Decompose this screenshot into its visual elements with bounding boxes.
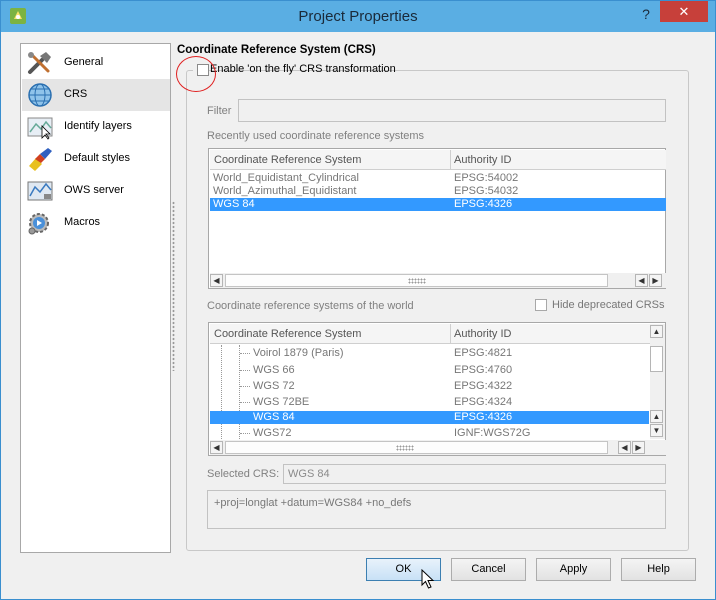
tools-icon [28, 52, 51, 74]
scroll-down-icon[interactable]: ▼ [650, 424, 663, 437]
table-row[interactable]: WGS 66 EPSG:4760 [210, 364, 649, 377]
vertical-scrollbar[interactable]: ▲ ▲ ▼ [650, 324, 665, 439]
filter-label: Filter [207, 105, 232, 117]
sidebar-item-label: OWS server [64, 184, 124, 196]
scroll-left-icon[interactable]: ◀ [210, 441, 223, 454]
table-row[interactable]: WGS 72 EPSG:4322 [210, 380, 649, 393]
row-authority-id: EPSG:4821 [454, 347, 513, 359]
sidebar: General CRS Identify layers Default styl… [20, 43, 171, 553]
table-header: Coordinate Reference System Authority ID [210, 150, 666, 170]
sidebar-item-crs[interactable]: CRS [22, 79, 170, 111]
row-crs-name: World_Azimuthal_Equidistant [213, 185, 357, 197]
world-crs-label: Coordinate reference systems of the worl… [207, 300, 414, 312]
sidebar-item-default-styles[interactable]: Default styles [22, 143, 170, 175]
row-crs-name: WGS 66 [253, 364, 295, 376]
project-properties-window: Project Properties ? ✕ General CRS Ident… [0, 0, 716, 600]
sidebar-item-label: Macros [64, 216, 101, 228]
recent-crs-table[interactable]: Coordinate Reference System Authority ID… [208, 148, 666, 289]
table-header: Coordinate Reference System Authority ID [210, 324, 650, 344]
table-row-selected[interactable]: WGS 84 EPSG:4326 [210, 411, 649, 424]
identify-map-icon [27, 117, 53, 140]
scroll-track[interactable] [225, 441, 608, 454]
selected-crs-label: Selected CRS: [207, 468, 280, 480]
close-button[interactable]: ✕ [660, 1, 708, 22]
row-authority-id: EPSG:54032 [454, 185, 519, 197]
title-help-button[interactable]: ? [636, 4, 656, 24]
scroll-grip [408, 278, 426, 284]
paintbrush-icon [29, 148, 52, 171]
sidebar-item-label: Default styles [64, 152, 131, 164]
proj-string-box: +proj=longlat +datum=WGS84 +no_defs [207, 490, 666, 529]
scroll-right-icon[interactable]: ▶ [649, 274, 662, 287]
scroll-up-icon[interactable]: ▲ [650, 325, 663, 338]
ows-map-icon [27, 181, 53, 201]
row-crs-name: WGS 72 [253, 380, 295, 392]
scroll-left-icon[interactable]: ◀ [618, 441, 631, 454]
row-authority-id: EPSG:54002 [454, 172, 519, 184]
row-crs-name: World_Equidistant_Cylindrical [213, 172, 359, 184]
splitter-handle[interactable] [172, 201, 175, 371]
otf-label: Enable 'on the fly' CRS transformation [210, 63, 396, 75]
table-row[interactable]: WGS72 IGNF:WGS72G [210, 427, 649, 440]
scroll-up-icon[interactable]: ▲ [650, 410, 663, 423]
row-authority-id: EPSG:4760 [454, 364, 513, 376]
scroll-grip [396, 445, 414, 451]
horizontal-scrollbar[interactable]: ◀ ◀ ▶ [210, 273, 666, 288]
help-button[interactable]: Help [621, 558, 696, 581]
sidebar-item-identify-layers[interactable]: Identify layers [22, 111, 170, 143]
row-authority-id: IGNF:WGS72G [454, 427, 531, 439]
table-row[interactable]: Voirol 1879 (Paris) EPSG:4821 [210, 347, 649, 360]
row-authority-id: EPSG:4326 [454, 411, 513, 423]
hide-deprecated-label: Hide deprecated CRSs [552, 299, 665, 311]
apply-button[interactable]: Apply [536, 558, 611, 581]
row-crs-name: Voirol 1879 (Paris) [253, 347, 344, 359]
column-header-crs[interactable]: Coordinate Reference System [214, 154, 361, 166]
sidebar-item-general[interactable]: General [22, 47, 170, 79]
row-crs-name: WGS 72BE [253, 396, 310, 408]
mouse-cursor-icon [421, 569, 435, 589]
globe-icon [28, 83, 52, 107]
sidebar-item-label: Identify layers [64, 120, 132, 132]
row-authority-id: EPSG:4326 [454, 198, 513, 210]
table-row[interactable]: World_Azimuthal_Equidistant EPSG:54032 [210, 185, 666, 198]
title-bar[interactable]: Project Properties ? ✕ [1, 1, 715, 32]
sidebar-item-ows-server[interactable]: OWS server [22, 175, 170, 207]
scroll-left-icon[interactable]: ◀ [635, 274, 648, 287]
row-crs-name: WGS 84 [213, 198, 255, 210]
horizontal-scrollbar[interactable]: ◀ ◀ ▶ [210, 440, 666, 455]
scroll-left-icon[interactable]: ◀ [210, 274, 223, 287]
sidebar-item-label: General [64, 56, 104, 68]
table-row-selected[interactable]: WGS 84 EPSG:4326 [210, 198, 666, 211]
table-row[interactable]: World_Equidistant_Cylindrical EPSG:54002 [210, 172, 666, 185]
column-header-crs[interactable]: Coordinate Reference System [214, 328, 361, 340]
world-crs-table[interactable]: Coordinate Reference System Authority ID… [208, 322, 666, 456]
sidebar-item-label: CRS [64, 88, 88, 100]
macro-gear-icon [28, 213, 49, 235]
column-header-authority[interactable]: Authority ID [454, 328, 511, 340]
cancel-button[interactable]: Cancel [451, 558, 526, 581]
table-row[interactable]: WGS 72BE EPSG:4324 [210, 396, 649, 409]
window-title: Project Properties [298, 8, 418, 25]
annotation-circle [176, 56, 216, 92]
sidebar-item-macros[interactable]: Macros [22, 207, 170, 239]
column-header-authority[interactable]: Authority ID [454, 154, 511, 166]
filter-input[interactable] [238, 99, 666, 122]
selected-crs-field [283, 464, 666, 484]
row-crs-name: WGS 84 [253, 411, 295, 423]
section-title: Coordinate Reference System (CRS) [177, 44, 376, 56]
scroll-thumb[interactable] [650, 346, 663, 372]
recent-crs-label: Recently used coordinate reference syste… [207, 130, 425, 142]
hide-deprecated-checkbox[interactable] [535, 299, 547, 311]
scroll-right-icon[interactable]: ▶ [632, 441, 645, 454]
row-authority-id: EPSG:4322 [454, 380, 513, 392]
row-crs-name: WGS72 [253, 427, 292, 439]
row-authority-id: EPSG:4324 [454, 396, 513, 408]
